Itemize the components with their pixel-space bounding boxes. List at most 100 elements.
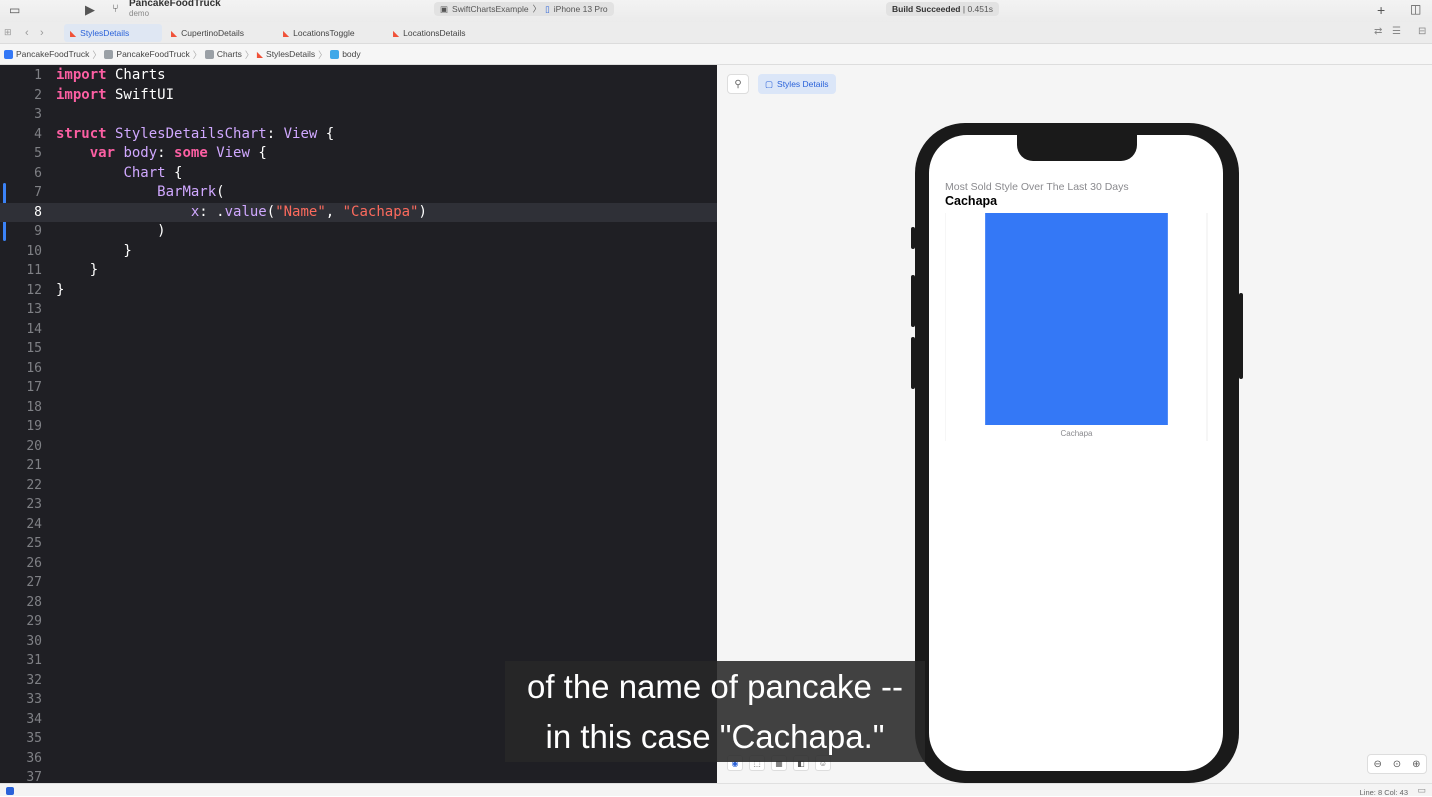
tab-label: StylesDetails: [80, 28, 130, 38]
code-line[interactable]: 3: [0, 105, 717, 125]
code-line[interactable]: 29: [0, 612, 717, 632]
code-line[interactable]: 22: [0, 476, 717, 496]
zoom-controls: ⊖ ⊙ ⊕: [1367, 754, 1427, 774]
phone-screen: Most Sold Style Over The Last 30 Days Ca…: [929, 135, 1223, 771]
swift-file-icon: ◣: [393, 28, 400, 38]
caption-line: in this case "Cachapa.": [545, 718, 885, 755]
bar-chart: Cachapa: [945, 213, 1208, 441]
code-line[interactable]: 11 }: [0, 261, 717, 281]
debug-area-icon[interactable]: [6, 787, 14, 795]
code-line[interactable]: 17: [0, 378, 717, 398]
tab-cupertinodetails[interactable]: ◣ CupertinoDetails: [165, 24, 250, 42]
breadcrumb-item[interactable]: PancakeFoodTruck: [116, 49, 189, 59]
chevron-right-icon: 〉: [244, 49, 254, 60]
code-line[interactable]: 2 import SwiftUI: [0, 86, 717, 106]
code-line[interactable]: 13: [0, 300, 717, 320]
split-editor-icon[interactable]: ⊟: [1418, 26, 1426, 37]
build-status-label: Build Succeeded: [892, 4, 961, 14]
bar-cachapa: [985, 213, 1168, 425]
volume-up-button: [911, 275, 915, 327]
code-line[interactable]: 24: [0, 515, 717, 535]
code-line[interactable]: 1 import Charts: [0, 66, 717, 86]
tab-label: LocationsToggle: [293, 28, 355, 38]
code-line[interactable]: 25: [0, 534, 717, 554]
tab-locationsdetails[interactable]: ◣ LocationsDetails: [387, 24, 472, 42]
build-status: Build Succeeded | 0.451s: [886, 2, 999, 16]
video-caption: of the name of pancake -- in this case "…: [505, 661, 925, 762]
code-line[interactable]: 9 ): [0, 222, 717, 242]
code-line[interactable]: 10 }: [0, 242, 717, 262]
grid-icon[interactable]: ⊞: [4, 27, 12, 38]
zoom-in-icon[interactable]: ⊕: [1412, 759, 1420, 770]
code-line[interactable]: 26: [0, 554, 717, 574]
code-line[interactable]: 4 struct StylesDetailsChart: View {: [0, 125, 717, 145]
code-line[interactable]: 37: [0, 768, 717, 783]
forward-icon[interactable]: ›: [40, 27, 44, 39]
chevron-right-icon: 〉: [92, 49, 102, 60]
sidebar-toggle-icon[interactable]: ▭: [9, 3, 20, 17]
code-line[interactable]: 12}: [0, 281, 717, 301]
scheme-name: SwiftChartsExample: [452, 4, 529, 14]
tab-bar: ⊞ ‹ › ◣ StylesDetails ◣ CupertinoDetails ◣…: [0, 22, 1432, 44]
volume-down-button: [911, 337, 915, 389]
panel-toggle-icon[interactable]: ▭: [1417, 785, 1426, 796]
adjust-editor-icon[interactable]: ☰: [1392, 26, 1401, 37]
run-icon[interactable]: ▶: [85, 2, 95, 18]
back-icon[interactable]: ‹: [25, 27, 29, 39]
swift-file-icon: ◣: [171, 28, 178, 38]
scheme-selector[interactable]: ▣ SwiftChartsExample 〉 ▯ iPhone 13 Pro: [434, 2, 614, 16]
toolbar: ▭ ▶ ⑂ PancakeFoodTruck demo ▣ SwiftChart…: [0, 0, 1432, 22]
tab-locationstoggle[interactable]: ◣ LocationsToggle: [277, 24, 361, 42]
code-line[interactable]: 27: [0, 573, 717, 593]
code-line[interactable]: 23: [0, 495, 717, 515]
code-line[interactable]: 15: [0, 339, 717, 359]
add-icon[interactable]: +: [1377, 2, 1385, 18]
code-line[interactable]: 20: [0, 437, 717, 457]
inspector-toggle-icon[interactable]: ◫: [1410, 2, 1421, 16]
breadcrumb-item[interactable]: body: [342, 49, 360, 59]
power-button: [1239, 293, 1243, 379]
zoom-out-icon[interactable]: ⊖: [1373, 759, 1381, 770]
breadcrumb-item[interactable]: StylesDetails: [266, 49, 315, 59]
swift-file-icon: ◣: [283, 28, 290, 38]
folder-icon: [104, 49, 114, 59]
code-line[interactable]: 7 BarMark(: [0, 183, 717, 203]
property-icon: [330, 49, 340, 59]
caption-line: of the name of pancake --: [526, 668, 904, 705]
breadcrumb: PancakeFoodTruck 〉 PancakeFoodTruck 〉 Ch…: [0, 44, 1432, 65]
project-icon: [4, 49, 13, 59]
preview-chip-label: Styles Details: [777, 79, 829, 89]
chart-subtitle: Most Sold Style Over The Last 30 Days: [945, 181, 1129, 193]
preview-chip[interactable]: ▢ Styles Details: [758, 74, 836, 94]
tab-label: CupertinoDetails: [181, 28, 244, 38]
code-line[interactable]: 18: [0, 398, 717, 418]
code-line[interactable]: 28: [0, 593, 717, 613]
chart-heading: Cachapa: [945, 194, 998, 208]
code-line[interactable]: 16: [0, 359, 717, 379]
branch-icon: ⑂: [112, 3, 119, 15]
notch: [1017, 135, 1137, 161]
tab-label: LocationsDetails: [403, 28, 466, 38]
code-line[interactable]: 14: [0, 320, 717, 340]
tab-stylesdetails[interactable]: ◣ StylesDetails: [64, 24, 162, 42]
breadcrumb-item[interactable]: Charts: [217, 49, 242, 59]
code-line[interactable]: 19: [0, 417, 717, 437]
chevron-right-icon: 〉: [532, 4, 542, 14]
scheme-icon: ▣: [440, 3, 449, 14]
code-line-current[interactable]: 8 x: .value("Name", "Cachapa"): [0, 202, 717, 222]
pin-icon[interactable]: ⚲: [727, 74, 749, 94]
swift-file-icon: ◣: [70, 28, 77, 38]
mute-switch: [911, 227, 915, 249]
folder-icon: [204, 49, 214, 59]
code-line[interactable]: 6 Chart {: [0, 164, 717, 184]
project-name: PancakeFoodTruck: [129, 0, 221, 9]
code-line[interactable]: 30: [0, 632, 717, 652]
device-name: iPhone 13 Pro: [553, 4, 608, 14]
code-line[interactable]: 21: [0, 456, 717, 476]
zoom-fit-icon[interactable]: ⊙: [1393, 759, 1401, 770]
breadcrumb-item[interactable]: PancakeFoodTruck: [16, 49, 89, 59]
iphone-frame: Most Sold Style Over The Last 30 Days Ca…: [911, 123, 1243, 783]
x-tick-label: Cachapa: [1060, 429, 1093, 438]
code-line[interactable]: 5 var body: some View {: [0, 144, 717, 164]
refresh-icon[interactable]: ⇄: [1374, 26, 1382, 37]
